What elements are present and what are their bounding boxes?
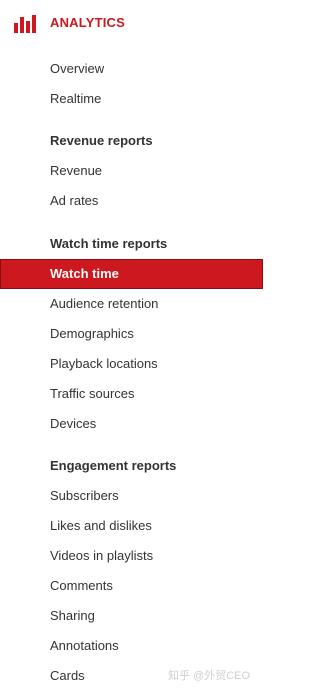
nav-item-devices[interactable]: Devices xyxy=(0,409,263,439)
nav-item-label: Ad rates xyxy=(50,193,99,208)
nav-item-annotations[interactable]: Annotations xyxy=(0,631,263,661)
nav-item-label: Likes and dislikes xyxy=(50,518,152,533)
nav-item-likes-and-dislikes[interactable]: Likes and dislikes xyxy=(0,511,263,541)
nav-item-comments[interactable]: Comments xyxy=(0,571,263,601)
nav-item-revenue[interactable]: Revenue xyxy=(0,156,263,186)
nav-item-label: Sharing xyxy=(50,608,95,623)
nav-item-traffic-sources[interactable]: Traffic sources xyxy=(0,379,263,409)
nav-item-videos-in-playlists[interactable]: Videos in playlists xyxy=(0,541,263,571)
nav-item-demographics[interactable]: Demographics xyxy=(0,319,263,349)
analytics-title: ANALYTICS xyxy=(50,15,125,30)
nav-item-label: Comments xyxy=(50,578,113,593)
nav-item-realtime[interactable]: Realtime xyxy=(0,84,263,114)
nav-item-label: Traffic sources xyxy=(50,386,135,401)
nav-item-label: Devices xyxy=(50,416,97,431)
section-heading-watch-time-reports[interactable]: Watch time reports xyxy=(50,236,167,251)
nav-item-label: Overview xyxy=(50,61,105,76)
nav-item-label: Demographics xyxy=(50,326,134,341)
nav-item-overview[interactable]: Overview xyxy=(0,54,263,84)
nav-item-label: Cards xyxy=(50,668,85,683)
section-heading-engagement-reports[interactable]: Engagement reports xyxy=(50,458,176,473)
nav-item-label: Playback locations xyxy=(50,356,158,371)
nav-item-watch-time[interactable]: Watch time xyxy=(0,259,263,289)
nav-item-label: Videos in playlists xyxy=(50,548,154,563)
analytics-header[interactable]: ANALYTICS xyxy=(0,0,263,44)
analytics-sidebar: ANALYTICS Overview Realtime Revenue repo… xyxy=(0,0,263,692)
nav-item-playback-locations[interactable]: Playback locations xyxy=(0,349,263,379)
nav-item-sharing[interactable]: Sharing xyxy=(0,601,263,631)
nav-item-label: Watch time xyxy=(50,266,119,281)
nav-item-label: Revenue xyxy=(50,163,103,178)
section-heading-revenue-reports[interactable]: Revenue reports xyxy=(50,133,153,148)
nav-item-label: Realtime xyxy=(50,91,102,106)
nav-item-label: Subscribers xyxy=(50,488,119,503)
nav-item-audience-retention[interactable]: Audience retention xyxy=(0,289,263,319)
watermark-text: 知乎 @外贸CEO xyxy=(168,670,251,682)
nav-item-label: Audience retention xyxy=(50,296,159,311)
nav-item-ad-rates[interactable]: Ad rates xyxy=(0,186,263,216)
bar-chart-icon xyxy=(14,15,38,33)
nav-item-subscribers[interactable]: Subscribers xyxy=(0,481,263,511)
nav-item-label: Annotations xyxy=(50,638,119,653)
